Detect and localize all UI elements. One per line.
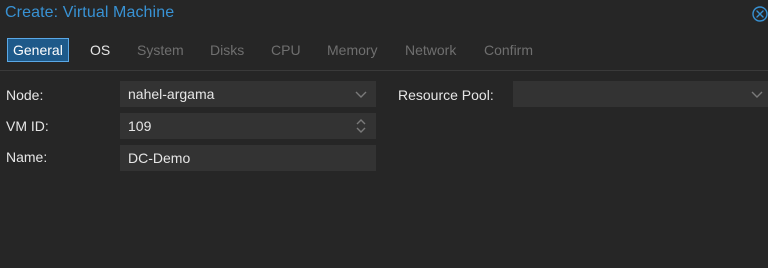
tab-divider	[0, 70, 768, 71]
wizard-tabs: General OS System Disks CPU Memory Netwo…	[0, 36, 768, 66]
vm-id-value: 109	[128, 118, 152, 134]
tab-general[interactable]: General	[7, 38, 69, 62]
chevron-down-icon[interactable]	[750, 81, 764, 107]
node-value: nahel-argama	[128, 86, 215, 102]
resource-pool-label: Resource Pool:	[398, 87, 494, 103]
name-label: Name:	[6, 149, 48, 165]
tab-system[interactable]: System	[137, 38, 184, 62]
create-vm-dialog: Create: Virtual Machine General OS Syste…	[0, 0, 768, 268]
tab-disks[interactable]: Disks	[210, 38, 244, 62]
spinner-updown-icon[interactable]	[354, 113, 368, 139]
close-icon[interactable]	[752, 6, 768, 22]
dialog-titlebar[interactable]: Create: Virtual Machine	[0, 0, 768, 28]
vm-id-spinner[interactable]: 109	[120, 113, 376, 139]
name-input[interactable]: DC-Demo	[120, 145, 376, 171]
name-value: DC-Demo	[128, 150, 191, 166]
tab-network[interactable]: Network	[405, 38, 456, 62]
tab-cpu[interactable]: CPU	[271, 38, 301, 62]
node-label: Node:	[6, 87, 44, 103]
node-select[interactable]: nahel-argama	[120, 81, 376, 107]
tab-os[interactable]: OS	[90, 38, 110, 62]
tab-confirm[interactable]: Confirm	[484, 38, 533, 62]
tab-memory[interactable]: Memory	[327, 38, 378, 62]
chevron-down-icon[interactable]	[354, 81, 368, 107]
dialog-title: Create: Virtual Machine	[5, 4, 175, 21]
vm-id-label: VM ID:	[6, 118, 49, 134]
resource-pool-select[interactable]	[513, 81, 768, 107]
